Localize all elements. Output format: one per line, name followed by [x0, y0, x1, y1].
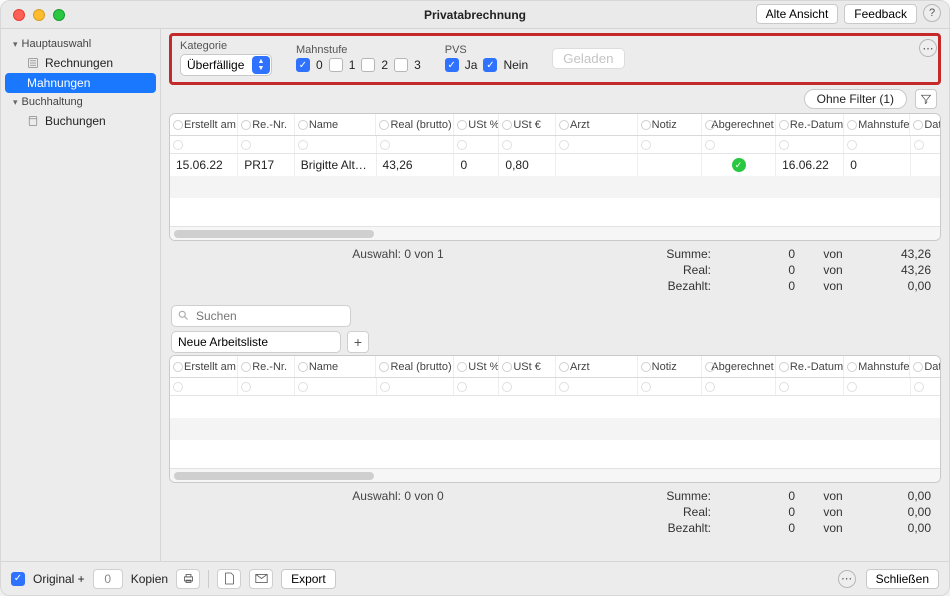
table-row-empty	[170, 176, 940, 198]
add-worklist-button[interactable]: +	[347, 331, 369, 353]
help-button[interactable]: ?	[923, 4, 941, 22]
pvs-ja-checkbox[interactable]: ✓	[445, 58, 459, 72]
filter-renr[interactable]	[238, 136, 295, 153]
sidebar-item-rechnungen[interactable]: Rechnungen	[1, 53, 160, 73]
sidebar-label-mahnungen: Mahnungen	[27, 76, 90, 90]
filter-arzt[interactable]	[556, 136, 638, 153]
th-ustp[interactable]: USt %	[454, 114, 499, 135]
search-icon	[177, 309, 189, 324]
filter-name[interactable]	[295, 136, 377, 153]
kopien-label: Kopien	[131, 572, 168, 586]
filter-erstellt[interactable]	[170, 136, 238, 153]
app-window: Privatabrechnung Alte Ansicht Feedback ?…	[0, 0, 950, 596]
table-row-empty	[170, 440, 940, 462]
table-row-empty	[170, 198, 940, 220]
mahnstufe-0-checkbox[interactable]: ✓	[296, 58, 310, 72]
summary-row-2: Auswahl: 0 von 0 Summe: 0 von 0,00	[169, 483, 941, 505]
kategorie-label: Kategorie	[180, 40, 272, 52]
check-circle-icon: ✓	[732, 158, 746, 172]
table-row[interactable]: 15.06.22 PR17 Brigitte Alt… 43,26 0 0,80…	[170, 154, 940, 176]
window-title: Privatabrechnung	[424, 8, 526, 22]
table-row-empty	[170, 396, 940, 418]
th-mahnstufe[interactable]: Mahnstufe	[844, 114, 910, 135]
filter-redatum[interactable]	[776, 136, 844, 153]
feedback-button[interactable]: Feedback	[844, 4, 917, 24]
document-icon	[224, 572, 235, 585]
funnel-icon	[920, 93, 932, 105]
alte-ansicht-button[interactable]: Alte Ansicht	[756, 4, 839, 24]
th-uste[interactable]: USt €	[499, 114, 556, 135]
sidebar-item-mahnungen[interactable]: Mahnungen	[5, 73, 156, 93]
book-icon	[27, 115, 39, 127]
close-window-icon[interactable]	[13, 9, 25, 21]
more-options-button[interactable]: ⋯	[919, 39, 937, 57]
schliessen-button[interactable]: Schließen	[866, 569, 939, 589]
th-dat[interactable]: Dat	[910, 114, 940, 135]
geladen-button[interactable]: Geladen	[552, 48, 624, 69]
th-abg[interactable]: Abgerechnet	[702, 114, 776, 135]
kategorie-select[interactable]: Überfällige	[180, 54, 272, 76]
sidebar-label-buchungen: Buchungen	[45, 114, 106, 128]
original-label: Original +	[33, 572, 85, 586]
filter-mahnstufe[interactable]	[844, 136, 910, 153]
filter-notiz[interactable]	[638, 136, 702, 153]
summary-row-1: Auswahl: 0 von 1 Summe: 0 von 43,26	[169, 241, 941, 263]
filter-highlight-box: Kategorie Überfällige ▲▼ Mahnstufe	[169, 33, 941, 85]
original-checkbox[interactable]: ✓	[11, 572, 25, 586]
mahnstufe-1-checkbox[interactable]	[329, 58, 343, 72]
sidebar-label-rechnungen: Rechnungen	[45, 56, 113, 70]
mahnstufe-2-checkbox[interactable]	[361, 58, 375, 72]
export-button[interactable]: Export	[281, 569, 336, 589]
pvs-label: PVS	[445, 44, 528, 56]
auswahl-count: Auswahl: 0 von 1	[179, 247, 617, 261]
filter-icon-button[interactable]	[915, 89, 937, 109]
worklist-name-input[interactable]	[171, 331, 341, 353]
kopien-stepper[interactable]	[93, 569, 123, 589]
filter-uste[interactable]	[499, 136, 556, 153]
mail-button[interactable]	[249, 569, 273, 589]
filter-abg[interactable]	[702, 136, 776, 153]
invoices-table: Erstellt am Re.-Nr. Name Real (brutto) €…	[169, 113, 941, 241]
minimize-window-icon[interactable]	[33, 9, 45, 21]
th-name[interactable]: Name	[295, 114, 377, 135]
th-notiz[interactable]: Notiz	[638, 114, 702, 135]
ohne-filter-button[interactable]: Ohne Filter (1)	[804, 89, 907, 109]
search-input[interactable]	[171, 305, 351, 327]
sidebar: Hauptauswahl Rechnungen Mahnungen Buchha…	[1, 29, 161, 561]
table-header-row: Erstellt am Re.-Nr. Name Real (brutto) €…	[170, 114, 940, 136]
sidebar-item-buchungen[interactable]: Buchungen	[1, 111, 160, 131]
list-icon	[27, 57, 39, 69]
filter-dat[interactable]	[911, 136, 940, 153]
document-button[interactable]	[217, 569, 241, 589]
th-renr[interactable]: Re.-Nr.	[238, 114, 295, 135]
horizontal-scrollbar[interactable]	[170, 226, 940, 240]
th-arzt[interactable]: Arzt	[556, 114, 638, 135]
filter-ustp[interactable]	[454, 136, 499, 153]
printer-icon	[182, 572, 195, 585]
worklist-table: Erstellt am Re.-Nr. Name Real (brutto) €…	[169, 355, 941, 483]
print-button[interactable]	[176, 569, 200, 589]
sidebar-group-buchhaltung[interactable]: Buchhaltung	[1, 93, 160, 111]
sidebar-group-hauptauswahl[interactable]: Hauptauswahl	[1, 35, 160, 53]
th-real[interactable]: Real (brutto) €	[376, 114, 454, 135]
titlebar: Privatabrechnung Alte Ansicht Feedback ?	[1, 1, 949, 29]
th-erstellt[interactable]: Erstellt am	[170, 114, 238, 135]
footer-toolbar: ✓ Original + Kopien Export ⋯ Schließen	[1, 561, 949, 595]
pvs-nein-checkbox[interactable]: ✓	[483, 58, 497, 72]
filter-real[interactable]	[377, 136, 455, 153]
mahnstufe-3-checkbox[interactable]	[394, 58, 408, 72]
search-box	[171, 305, 351, 327]
horizontal-scrollbar[interactable]	[170, 468, 940, 482]
table-header-row: Erstellt am Re.-Nr. Name Real (brutto) €…	[170, 356, 940, 378]
table-row-empty	[170, 418, 940, 440]
th-redatum[interactable]: Re.-Datum	[776, 114, 844, 135]
envelope-icon	[255, 573, 268, 584]
mahnstufe-label: Mahnstufe	[296, 44, 421, 56]
footer-more-button[interactable]: ⋯	[838, 570, 856, 588]
traffic-lights	[13, 9, 65, 21]
table-filter-row	[170, 136, 940, 154]
zoom-window-icon[interactable]	[53, 9, 65, 21]
